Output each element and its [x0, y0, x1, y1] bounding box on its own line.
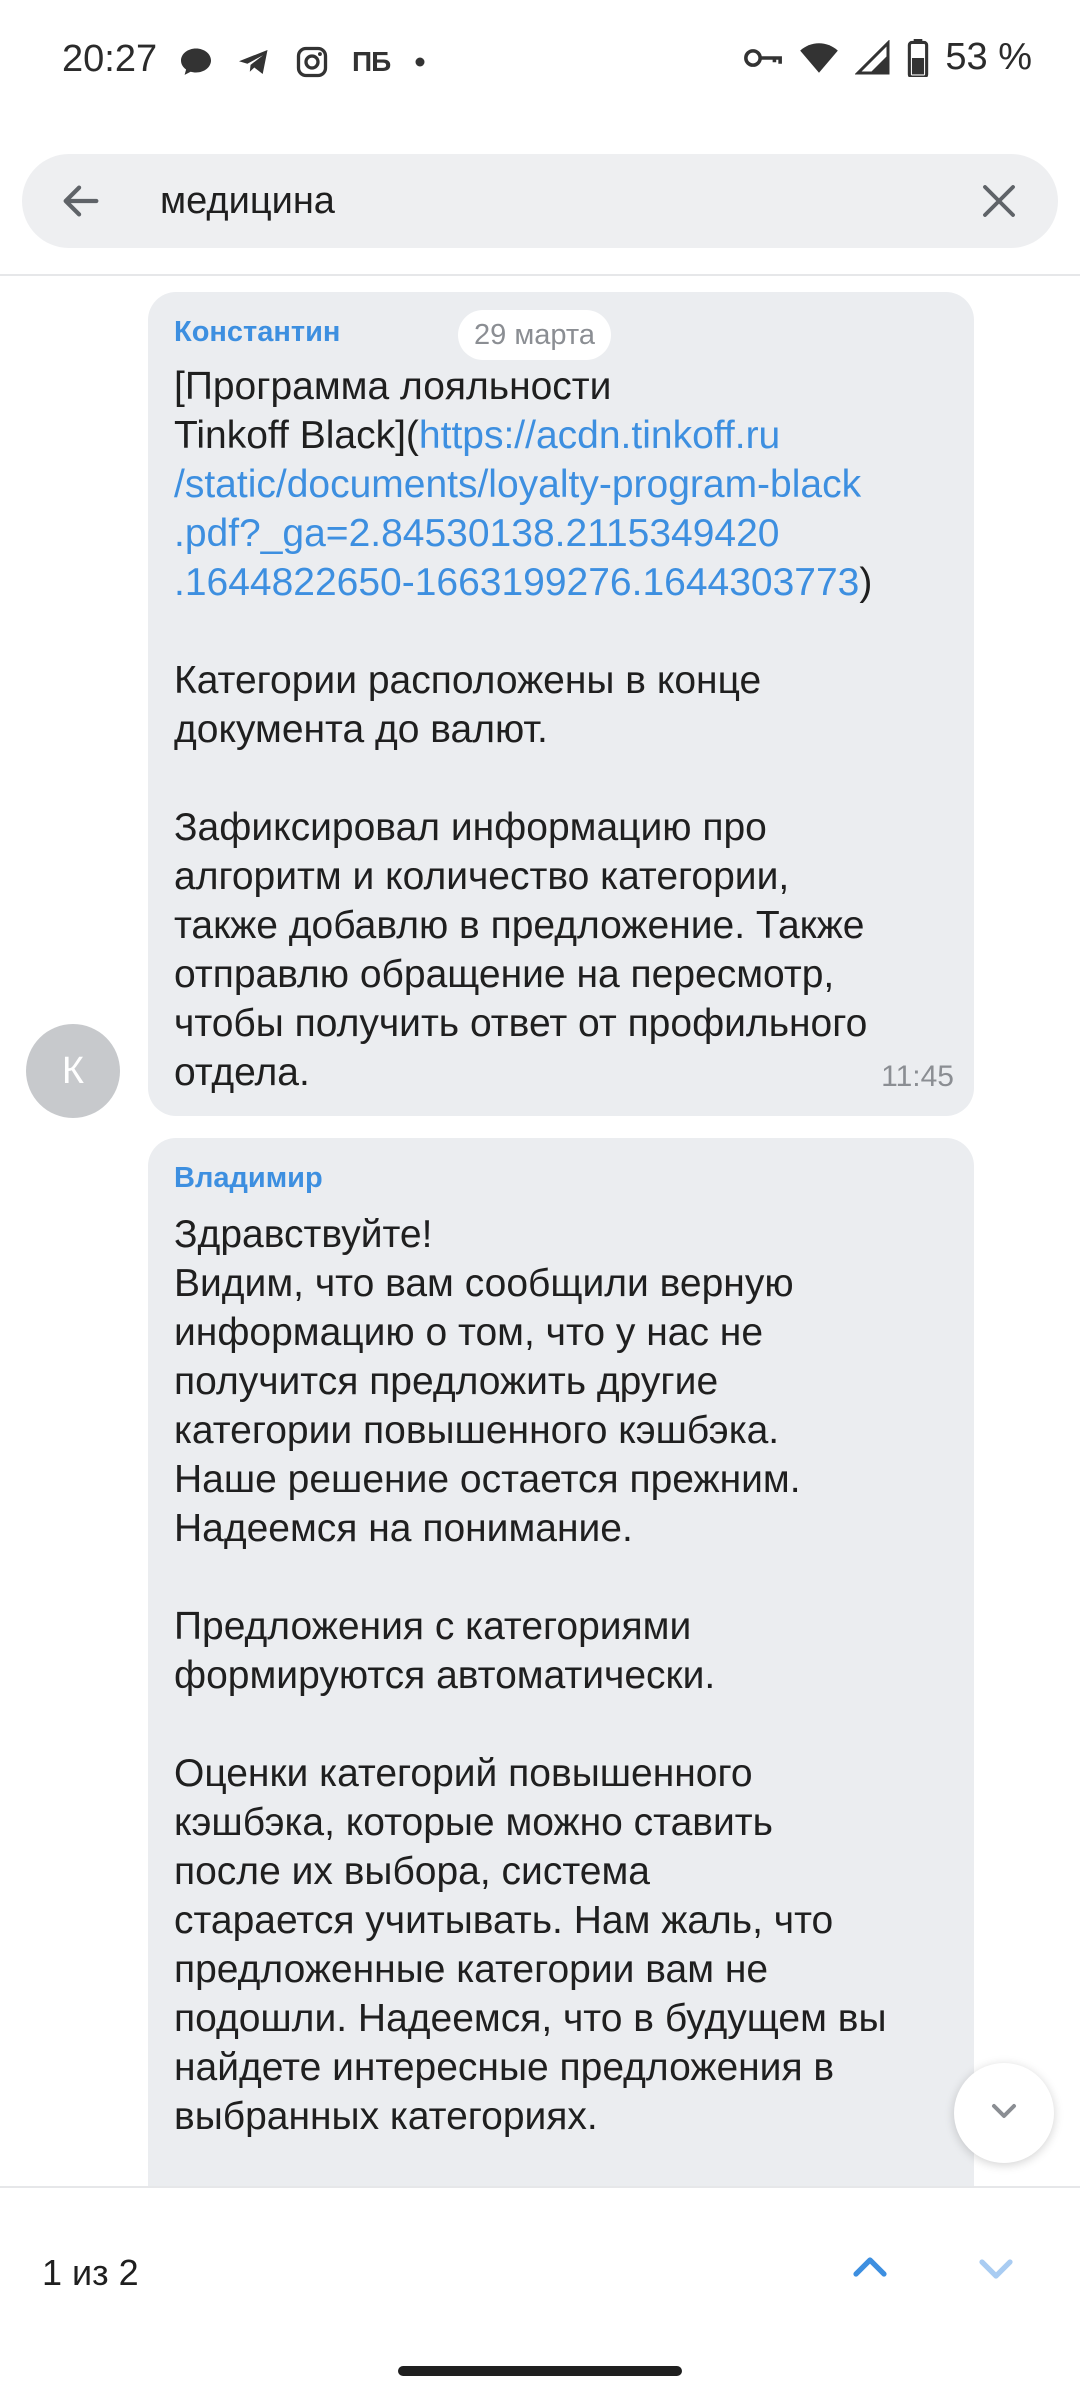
message-bubble[interactable]: Владимир Здравствуйте! Видим, что вам со… [148, 1138, 974, 2188]
battery-icon [907, 38, 929, 77]
next-result-button[interactable] [966, 2240, 1026, 2300]
message-bubble[interactable]: Константин 29 марта [Программа лояльност… [148, 292, 974, 1116]
message-text: Здравствуйте! Видим, что вам сообщили ве… [174, 1213, 887, 2138]
pb-app-icon: ПБ [352, 46, 391, 77]
status-time: 20:27 [62, 38, 158, 80]
message-bubble-icon [178, 44, 214, 80]
status-bar: 20:27 ПБ 53 % [0, 0, 1080, 128]
home-indicator[interactable] [398, 2366, 682, 2376]
chevron-down-icon [972, 2244, 1020, 2297]
instagram-icon [294, 44, 330, 80]
system-icons: 53 % [743, 36, 1032, 79]
key-icon [743, 40, 783, 76]
close-icon[interactable] [978, 180, 1020, 222]
message-time: 11:45 [881, 1060, 954, 1093]
previous-result-button[interactable] [840, 2240, 900, 2300]
message-author[interactable]: Владимир [174, 1162, 323, 1195]
divider [0, 274, 1080, 276]
message-text-part: ) Категории расположены в конце документ… [174, 561, 873, 1094]
arrow-left-icon[interactable] [58, 178, 104, 224]
signal-icon [855, 39, 891, 76]
scroll-down-button[interactable] [954, 2063, 1054, 2163]
date-badge: 29 марта [458, 310, 611, 360]
telegram-icon [236, 44, 272, 80]
search-bar [22, 154, 1058, 248]
battery-percent: 53 % [945, 36, 1032, 78]
search-input[interactable] [138, 154, 958, 248]
dot-icon [412, 54, 428, 70]
message-text: [Программа лояльности Tinkoff Black](htt… [174, 362, 954, 1097]
chevron-down-icon [984, 2091, 1024, 2136]
avatar[interactable]: К [26, 1024, 120, 1118]
notification-icons: ПБ [178, 44, 428, 80]
wifi-icon [799, 40, 839, 76]
result-counter: 1 из 2 [42, 2252, 139, 2293]
message-author[interactable]: Константин [174, 316, 340, 349]
chevron-up-icon [846, 2244, 894, 2297]
